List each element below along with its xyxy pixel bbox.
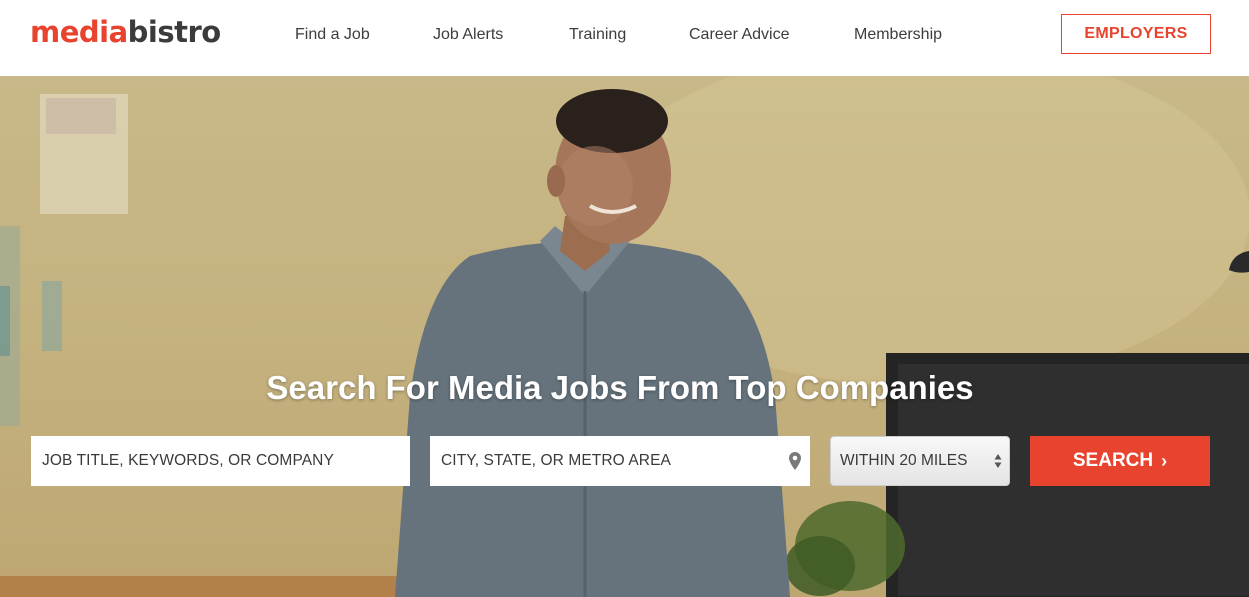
hero-banner: Search For Media Jobs From Top Companies… [0, 76, 1249, 597]
radius-select[interactable]: WITHIN 20 MILES [830, 436, 1010, 486]
logo-media-text: media [30, 15, 128, 49]
nav-find-a-job[interactable]: Find a Job [295, 25, 370, 45]
location-search-input[interactable]: CITY, STATE, OR METRO AREA [430, 436, 810, 486]
site-logo[interactable]: mediabistro [30, 14, 221, 50]
keyword-search-input[interactable]: JOB TITLE, KEYWORDS, OR COMPANY [31, 436, 410, 486]
nav-career-advice[interactable]: Career Advice [689, 25, 790, 45]
search-button-label: SEARCH [1072, 450, 1154, 471]
radius-selected-value: WITHIN 20 MILES [840, 452, 968, 469]
employers-button[interactable]: EMPLOYERS [1061, 14, 1211, 54]
nav-job-alerts[interactable]: Job Alerts [433, 25, 503, 45]
map-pin-icon [789, 452, 801, 470]
hero-headline: Search For Media Jobs From Top Companies [266, 369, 974, 406]
nav-training[interactable]: Training [569, 25, 626, 45]
location-placeholder: CITY, STATE, OR METRO AREA [441, 452, 671, 469]
search-button[interactable]: SEARCH › [1030, 436, 1210, 486]
keyword-placeholder: JOB TITLE, KEYWORDS, OR COMPANY [42, 452, 334, 469]
nav-membership[interactable]: Membership [854, 25, 942, 45]
hero-background-image [0, 76, 1249, 597]
logo-bistro-text: bistro [127, 15, 222, 49]
updown-arrows-icon [994, 454, 1002, 468]
site-header: mediabistro Find a Job Job Alerts Traini… [0, 0, 1249, 76]
chevron-right-icon: › [1161, 450, 1168, 471]
